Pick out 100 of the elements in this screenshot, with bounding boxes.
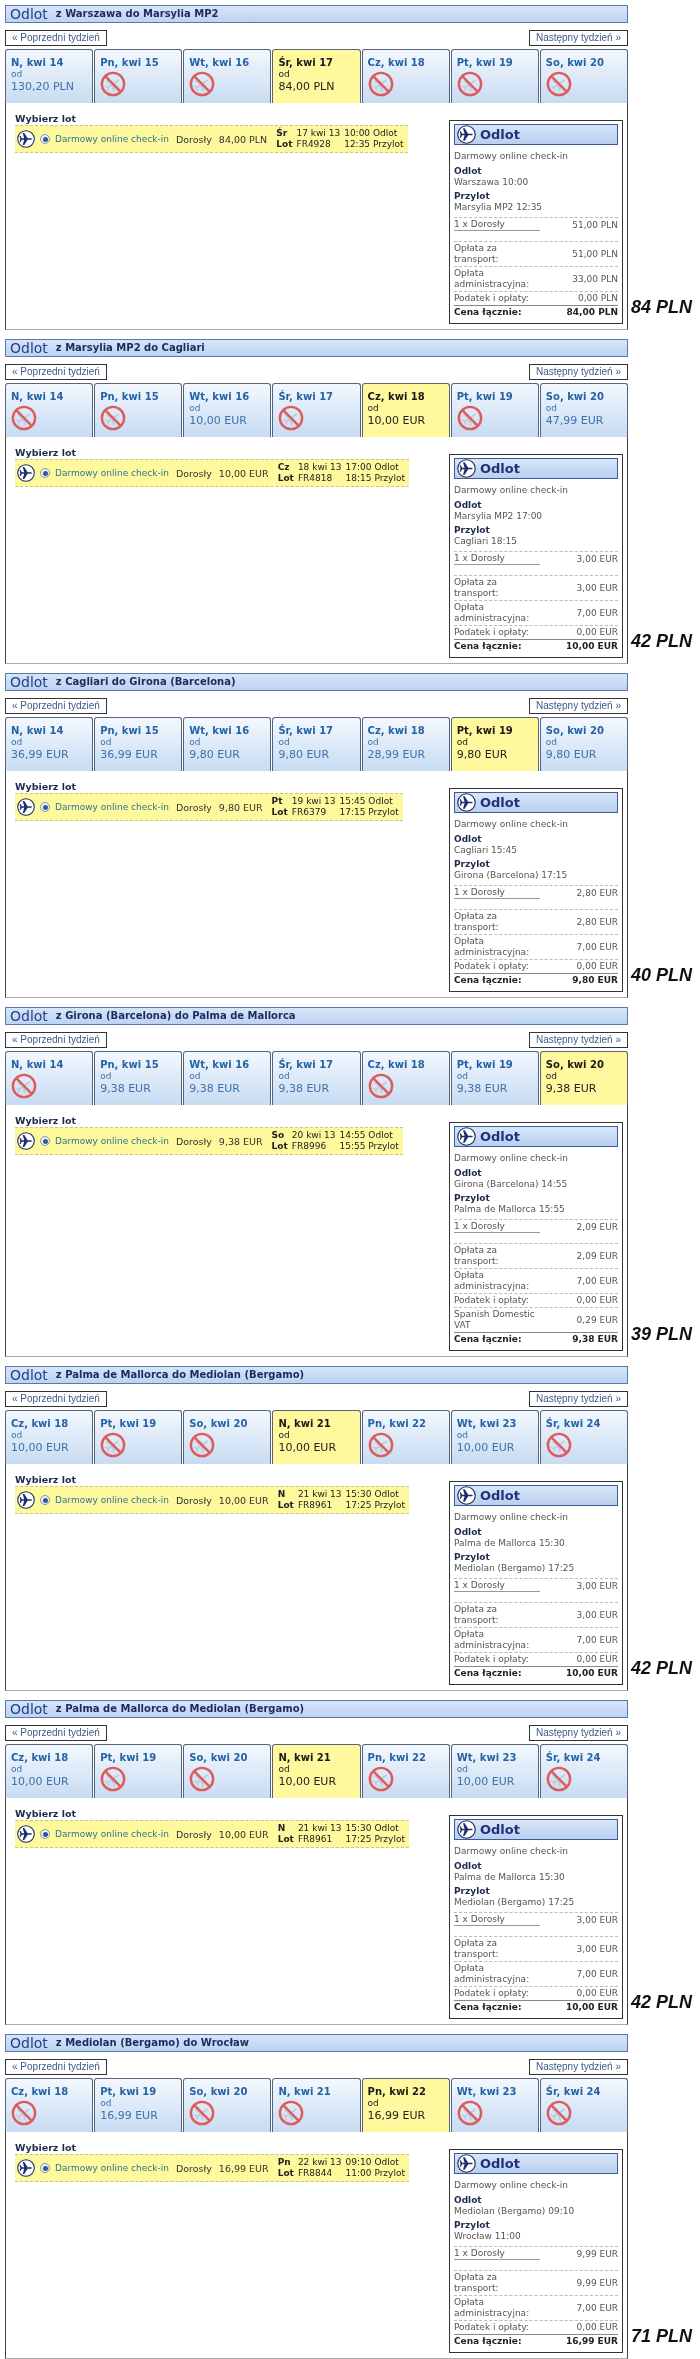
radio-button[interactable]: [40, 1829, 50, 1839]
day-tab[interactable]: Śr, kwi 24: [539, 1410, 628, 1464]
day-tab[interactable]: Pn, kwi 15 od 36,99 EUR: [94, 717, 183, 771]
radio-button[interactable]: [40, 1136, 50, 1146]
flight-day: Pt: [271, 796, 288, 807]
radio-button[interactable]: [40, 134, 50, 144]
day-tab[interactable]: Cz, kwi 18: [5, 2078, 94, 2132]
previous-week-button[interactable]: « Poprzedni tydzień: [5, 364, 107, 380]
choose-flight-label: Wybierz lot: [15, 447, 77, 459]
day-tab[interactable]: Pt, kwi 19 od 9,38 EUR: [450, 1051, 539, 1105]
day-tab[interactable]: Wt, kwi 23: [450, 2078, 539, 2132]
day-tab[interactable]: Pn, kwi 22 od 16,99 EUR: [361, 2078, 450, 2132]
day-tab[interactable]: Pt, kwi 19 od 16,99 EUR: [94, 2078, 183, 2132]
day-tab[interactable]: Śr, kwi 17: [272, 383, 361, 437]
total-label: Cena łącznie:: [454, 641, 523, 652]
flight-option-row[interactable]: Darmowy online check-in Dorosły 10,00 EUR Cz 18 kwi 13 17:00 Odlot Lot FR4818 18:15 Przylot: [15, 459, 409, 487]
day-tab[interactable]: N, kwi 14 od 36,99 EUR: [5, 717, 94, 771]
day-tab[interactable]: Wt, kwi 16 od 10,00 EUR: [183, 383, 272, 437]
previous-week-button[interactable]: « Poprzedni tydzień: [5, 30, 107, 46]
day-tab[interactable]: Cz, kwi 18: [361, 49, 450, 103]
day-tab[interactable]: Pt, kwi 19 od 9,80 EUR: [450, 717, 539, 771]
previous-week-button[interactable]: « Poprzedni tydzień: [5, 698, 107, 714]
fee-amount: 7,00 EUR: [575, 1968, 618, 1980]
day-tab[interactable]: N, kwi 21: [272, 2078, 361, 2132]
day-tab[interactable]: N, kwi 21 od 10,00 EUR: [272, 1410, 361, 1464]
radio-button[interactable]: [40, 802, 50, 812]
day-tab[interactable]: N, kwi 14: [5, 1051, 94, 1105]
arrival-label: Przylot: [454, 1552, 491, 1563]
day-tab[interactable]: Wt, kwi 23 od 10,00 EUR: [450, 1410, 539, 1464]
day-tab[interactable]: N, kwi 14: [5, 383, 94, 437]
previous-week-button[interactable]: « Poprzedni tydzień: [5, 1725, 107, 1741]
day-tab[interactable]: Cz, kwi 18 od 10,00 EUR: [5, 1410, 94, 1464]
day-tab[interactable]: So, kwi 20: [183, 2078, 272, 2132]
flight-number-label: Lot: [277, 1500, 294, 1511]
route-text: z Marsylia MP2 do Cagliari: [55, 342, 205, 354]
day-tab[interactable]: Pn, kwi 22: [361, 1410, 450, 1464]
no-flight-icon: [189, 2100, 216, 2126]
day-tab[interactable]: Śr, kwi 24: [539, 1744, 628, 1798]
flight-option-row[interactable]: Darmowy online check-in Dorosły 10,00 EUR N 21 kwi 13 15:30 Odlot Lot FR8961 17:25 Przylot: [15, 1820, 409, 1848]
day-tab[interactable]: Śr, kwi 24: [539, 2078, 628, 2132]
day-tab[interactable]: Pn, kwi 15: [94, 49, 183, 103]
arrival-time: 18:15 Przylot: [345, 473, 405, 484]
next-week-button[interactable]: Następny tydzień »: [528, 364, 628, 380]
fee-label: Podatek i opłaty:: [454, 1295, 530, 1306]
departure-label: Odlot: [454, 1527, 483, 1538]
day-tab[interactable]: So, kwi 20: [183, 1410, 272, 1464]
day-tab[interactable]: Pn, kwi 22: [361, 1744, 450, 1798]
day-tab[interactable]: Wt, kwi 16 od 9,80 EUR: [183, 717, 272, 771]
next-week-button[interactable]: Następny tydzień »: [528, 2059, 628, 2075]
day-tab[interactable]: Pn, kwi 15 od 9,38 EUR: [94, 1051, 183, 1105]
day-tab[interactable]: Cz, kwi 18 od 10,00 EUR: [5, 1744, 94, 1798]
next-week-button[interactable]: Następny tydzień »: [528, 30, 628, 46]
day-tab[interactable]: Pt, kwi 19: [450, 49, 539, 103]
day-tab[interactable]: So, kwi 20 od 9,38 EUR: [539, 1051, 628, 1105]
fee-label: Opłata administracyjna:: [454, 602, 531, 624]
day-tab[interactable]: Wt, kwi 16 od 9,38 EUR: [183, 1051, 272, 1105]
fee-label: Podatek i opłaty:: [454, 1988, 530, 1999]
day-tab[interactable]: So, kwi 20 od 47,99 EUR: [539, 383, 628, 437]
day-tab[interactable]: Śr, kwi 17 od 84,00 PLN: [272, 49, 361, 103]
next-week-button[interactable]: Następny tydzień »: [528, 698, 628, 714]
flight-option-row[interactable]: Darmowy online check-in Dorosły 10,00 EUR N 21 kwi 13 15:30 Odlot Lot FR8961 17:25 Przylot: [15, 1486, 409, 1514]
day-tab[interactable]: Pt, kwi 19: [94, 1410, 183, 1464]
day-tab[interactable]: N, kwi 14 od 130,20 PLN: [5, 49, 94, 103]
flight-option-row[interactable]: Darmowy online check-in Dorosły 9,80 EUR Pt 19 kwi 13 15:45 Odlot Lot FR6379 17:15 Przylot: [15, 793, 403, 821]
service-text: Darmowy online check-in: [55, 1135, 169, 1147]
day-tab[interactable]: Cz, kwi 18 od 10,00 EUR: [361, 383, 450, 437]
no-flight-icon: [456, 405, 483, 431]
route-text: z Mediolan (Bergamo) do Wrocław: [55, 2037, 250, 2049]
next-week-button[interactable]: Następny tydzień »: [528, 1032, 628, 1048]
day-tab[interactable]: Pt, kwi 19: [450, 383, 539, 437]
departure-time: 15:30 Odlot: [345, 1489, 400, 1500]
radio-button[interactable]: [40, 468, 50, 478]
previous-week-button[interactable]: « Poprzedni tydzień: [5, 2059, 107, 2075]
day-tab[interactable]: Wt, kwi 23 od 10,00 EUR: [450, 1744, 539, 1798]
flight-option-row[interactable]: Darmowy online check-in Dorosły 16,99 EUR Pn 22 kwi 13 09:10 Odlot Lot FR8844 11:00 Przylot: [15, 2154, 409, 2182]
passenger-fare-label: 1 x Dorosły: [454, 219, 540, 231]
previous-week-button[interactable]: « Poprzedni tydzień: [5, 1391, 107, 1407]
radio-button[interactable]: [40, 2163, 50, 2173]
previous-week-button[interactable]: « Poprzedni tydzień: [5, 1032, 107, 1048]
day-tab[interactable]: Wt, kwi 16: [183, 49, 272, 103]
route-text: z Warszawa do Marsylia MP2: [55, 8, 219, 20]
next-week-button[interactable]: Następny tydzień »: [528, 1725, 628, 1741]
passenger-fare-amount: 3,00 EUR: [575, 1580, 618, 1592]
day-tab[interactable]: Cz, kwi 18: [361, 1051, 450, 1105]
no-flight-icon: [11, 1073, 37, 1099]
day-tab[interactable]: Pn, kwi 15: [94, 383, 183, 437]
day-tab[interactable]: N, kwi 21 od 10,00 EUR: [272, 1744, 361, 1798]
day-tab[interactable]: Śr, kwi 17 od 9,38 EUR: [272, 1051, 361, 1105]
flight-option-row[interactable]: Darmowy online check-in Dorosły 84,00 PLN Śr 17 kwi 13 10:00 Odlot Lot FR4928 12:35 Przylot: [15, 125, 408, 153]
day-tab[interactable]: Śr, kwi 17 od 9,80 EUR: [272, 717, 361, 771]
radio-button[interactable]: [40, 1495, 50, 1505]
flight-option-row[interactable]: Darmowy online check-in Dorosły 9,38 EUR So 20 kwi 13 14:55 Odlot Lot FR8996 15:55 Przylot: [15, 1127, 403, 1155]
day-tab[interactable]: Cz, kwi 18 od 28,99 EUR: [361, 717, 450, 771]
day-tab[interactable]: Pt, kwi 19: [94, 1744, 183, 1798]
next-week-button[interactable]: Następny tydzień »: [528, 1391, 628, 1407]
day-tab[interactable]: So, kwi 20: [539, 49, 628, 103]
flight-price: 10,00 EUR: [218, 467, 269, 479]
fee-amount: 9,99 EUR: [575, 2277, 618, 2289]
day-tab[interactable]: So, kwi 20: [183, 1744, 272, 1798]
day-tab[interactable]: So, kwi 20 od 9,80 EUR: [539, 717, 628, 771]
